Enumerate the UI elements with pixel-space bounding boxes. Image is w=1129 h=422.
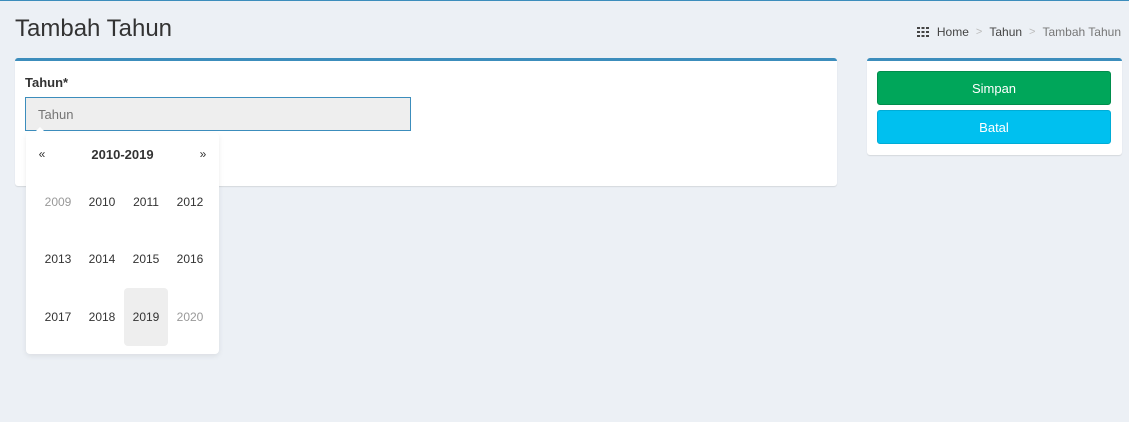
year-cell[interactable]: 2017: [36, 288, 80, 346]
year-cell[interactable]: 2009: [36, 173, 80, 231]
year-cell[interactable]: 2011: [124, 173, 168, 231]
cancel-button[interactable]: Batal: [877, 110, 1111, 144]
breadcrumb: Home > Tahun > Tambah Tahun: [916, 25, 1121, 39]
year-cell[interactable]: 2018: [80, 288, 124, 346]
decade-title[interactable]: 2010-2019: [91, 147, 153, 162]
year-cell[interactable]: 2012: [168, 173, 212, 231]
picker-caret: [34, 127, 46, 133]
tahun-input[interactable]: [25, 97, 411, 131]
year-cell[interactable]: 2016: [168, 231, 212, 289]
picker-header: « 2010-2019 »: [26, 143, 219, 165]
grid-icon: [916, 27, 929, 37]
tahun-label: Tahun*: [25, 75, 69, 90]
breadcrumb-tahun[interactable]: Tahun: [989, 25, 1022, 39]
year-cell[interactable]: 2014: [80, 231, 124, 289]
year-cell[interactable]: 2019: [124, 288, 168, 346]
prev-decade-button[interactable]: «: [34, 147, 50, 161]
year-cell[interactable]: 2010: [80, 173, 124, 231]
year-grid: 2009 2010 2011 2012 2013 2014 2015 2016 …: [36, 173, 212, 346]
year-cell[interactable]: 2015: [124, 231, 168, 289]
breadcrumb-current: Tambah Tahun: [1042, 25, 1121, 39]
actions-box: Simpan Batal: [867, 58, 1122, 155]
next-decade-button[interactable]: »: [195, 147, 211, 161]
save-button[interactable]: Simpan: [877, 71, 1111, 105]
breadcrumb-separator: >: [1029, 26, 1036, 38]
year-cell[interactable]: 2013: [36, 231, 80, 289]
breadcrumb-home[interactable]: Home: [937, 25, 969, 39]
breadcrumb-separator: >: [975, 26, 983, 38]
year-cell[interactable]: 2020: [168, 288, 212, 346]
page-title: Tambah Tahun: [15, 15, 173, 42]
year-picker: « 2010-2019 » 2009 2010 2011 2012 2013 2…: [26, 127, 219, 354]
